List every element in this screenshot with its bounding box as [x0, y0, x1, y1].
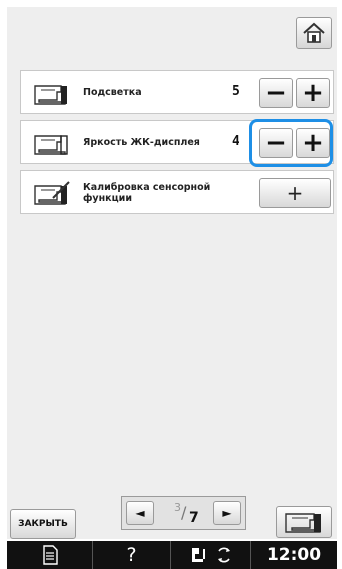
page-total: 7: [189, 510, 199, 526]
setting-label: Яркость ЖК-дисплея: [83, 137, 200, 148]
document-button[interactable]: [7, 541, 93, 569]
next-page-button[interactable]: ►: [213, 501, 241, 525]
setting-row-light: Подсветка 5 − +: [20, 70, 334, 114]
decrease-button[interactable]: −: [259, 78, 293, 108]
prev-page-button[interactable]: ◄: [126, 501, 154, 525]
presser-foot-icon: [191, 548, 205, 562]
help-button[interactable]: ?: [93, 541, 171, 569]
calibrate-button[interactable]: +: [259, 178, 331, 208]
machine-light-icon: [34, 85, 67, 105]
page-navigator: ◄ 3 / 7 ►: [121, 496, 246, 530]
page-slash: /: [181, 503, 187, 522]
rotation-icon: [217, 547, 230, 563]
home-icon: [303, 22, 325, 43]
setting-row-touch-calibration: Калибровка сенсорной функции +: [20, 170, 334, 214]
setting-value: 4: [232, 134, 239, 149]
increase-button[interactable]: +: [296, 78, 330, 108]
home-button[interactable]: [296, 17, 332, 49]
presser-foot-status[interactable]: [171, 541, 251, 569]
setting-label: Калибровка сенсорной функции: [83, 182, 211, 204]
clock: 12:00: [266, 545, 322, 565]
machine-lcd-icon: [34, 135, 68, 155]
sewing-machine-icon: [285, 513, 321, 533]
machine-settings-button[interactable]: [276, 506, 332, 538]
page-current: 3: [174, 501, 181, 514]
setting-value: 5: [232, 84, 240, 99]
close-button[interactable]: ЗАКРЫТЬ: [10, 509, 76, 539]
setting-label: Подсветка: [83, 87, 142, 98]
page-indicator: 3 / 7: [170, 501, 202, 526]
document-icon: [42, 545, 58, 565]
selection-highlight: [249, 119, 333, 167]
status-bar: ? 12:00: [7, 541, 337, 569]
touch-calibration-icon: [34, 181, 70, 205]
